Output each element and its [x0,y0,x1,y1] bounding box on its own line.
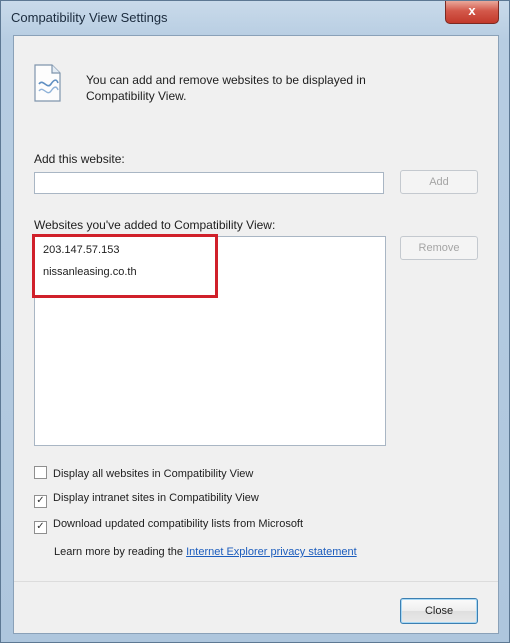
annotation-highlight-box [32,234,218,298]
option-label: Display all websites in Compatibility Vi… [53,468,254,480]
info-text: You can add and remove websites to be di… [86,73,366,103]
privacy-statement-link[interactable]: Internet Explorer privacy statement [186,546,357,558]
option-display-all[interactable]: Display all websites in Compatibility Vi… [34,466,253,480]
checkbox[interactable] [34,466,47,479]
option-label: Download updated compatibility lists fro… [53,518,304,530]
add-button[interactable]: Add [400,170,478,194]
option-label: Display intranet sites in Compatibility … [53,492,259,504]
dialog-body: You can add and remove websites to be di… [13,35,499,634]
learn-more-text: Learn more by reading the Internet Explo… [54,546,357,558]
add-website-label: Add this website: [34,152,125,166]
learn-more-prefix: Learn more by reading the [54,546,187,558]
title-bar[interactable]: Compatibility View Settings x [1,1,509,35]
add-website-input[interactable] [34,172,384,194]
option-display-intranet[interactable]: ✓ Display intranet sites in Compatibility… [34,492,259,508]
dialog-title: Compatibility View Settings [11,10,168,25]
remove-button[interactable]: Remove [400,236,478,260]
compatibility-view-dialog: Compatibility View Settings x You can ad… [0,0,510,643]
checkbox[interactable]: ✓ [34,495,47,508]
close-button[interactable]: Close [400,598,478,624]
website-list-label: Websites you've added to Compatibility V… [34,218,276,232]
compatibility-view-icon [34,64,61,102]
divider [14,581,498,582]
close-icon[interactable]: x [445,1,499,24]
checkbox[interactable]: ✓ [34,521,47,534]
option-download-lists[interactable]: ✓ Download updated compatibility lists fr… [34,518,303,534]
